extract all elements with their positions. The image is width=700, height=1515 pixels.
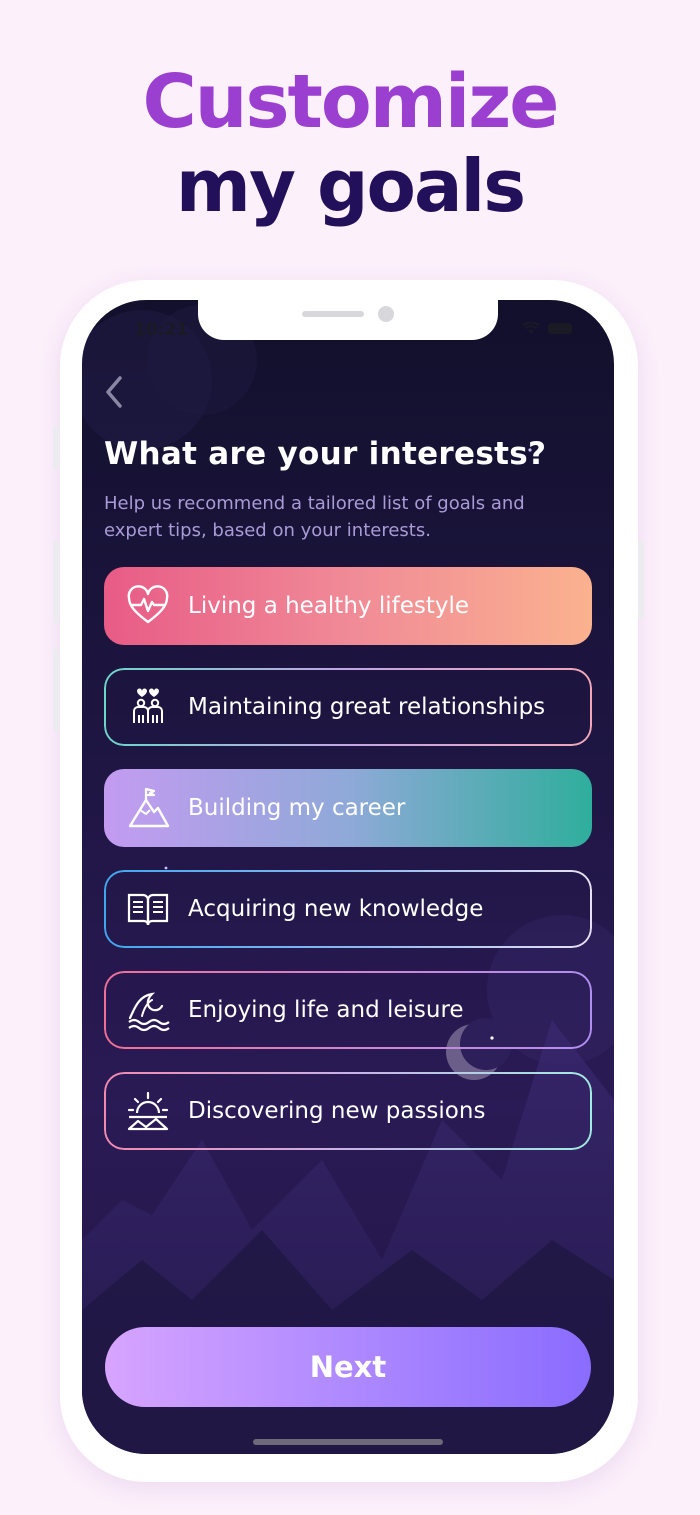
wifi-icon bbox=[522, 322, 540, 334]
speaker-grille bbox=[302, 311, 364, 317]
status-time: 10:21 bbox=[134, 320, 189, 340]
headline-line-1: Customize bbox=[142, 59, 560, 145]
option-label: Enjoying life and leisure bbox=[188, 997, 464, 1023]
heart-pulse-icon bbox=[127, 585, 169, 624]
phone-volume-down bbox=[53, 648, 59, 732]
open-book-icon bbox=[127, 893, 169, 926]
page-subtitle: Help us recommend a tailored list of goa… bbox=[104, 493, 525, 541]
sunrise-icon bbox=[127, 1091, 169, 1131]
headline-line-2: my goals bbox=[175, 144, 526, 228]
home-indicator[interactable] bbox=[253, 1439, 443, 1445]
phone-volume-up bbox=[53, 540, 59, 624]
phone-side-button bbox=[53, 425, 59, 469]
phone-power-button bbox=[638, 540, 644, 620]
option-healthy-lifestyle[interactable]: Living a healthy lifestyle bbox=[104, 567, 592, 645]
mountain-flag-icon bbox=[128, 787, 170, 828]
option-label: Discovering new passions bbox=[188, 1098, 486, 1124]
next-button[interactable]: Next bbox=[105, 1327, 591, 1407]
option-relationships[interactable]: Maintaining great relationships bbox=[104, 668, 592, 746]
option-label: Maintaining great relationships bbox=[188, 694, 546, 720]
headline: Customize my goals bbox=[0, 60, 700, 228]
option-leisure[interactable]: Enjoying life and leisure bbox=[104, 971, 592, 1049]
front-camera bbox=[378, 306, 394, 322]
page-title: What are your interests? bbox=[104, 436, 547, 472]
wave-icon bbox=[128, 992, 170, 1032]
option-label: Building my career bbox=[188, 795, 406, 821]
back-chevron-icon[interactable] bbox=[100, 372, 130, 412]
status-icons bbox=[522, 322, 572, 335]
couple-icon bbox=[133, 688, 163, 723]
option-label: Acquiring new knowledge bbox=[188, 896, 484, 922]
option-passions[interactable]: Discovering new passions bbox=[104, 1072, 592, 1150]
battery-icon bbox=[548, 323, 572, 334]
option-knowledge[interactable]: Acquiring new knowledge bbox=[104, 870, 592, 948]
option-label: Living a healthy lifestyle bbox=[188, 593, 470, 619]
app-screen: 10:21 What are your interests? Help us r… bbox=[82, 300, 614, 1454]
phone-notch bbox=[198, 300, 498, 340]
option-career[interactable]: Building my career bbox=[104, 769, 592, 847]
interest-options-list: Living a healthy lifestyle Maintaining g… bbox=[104, 567, 592, 1173]
